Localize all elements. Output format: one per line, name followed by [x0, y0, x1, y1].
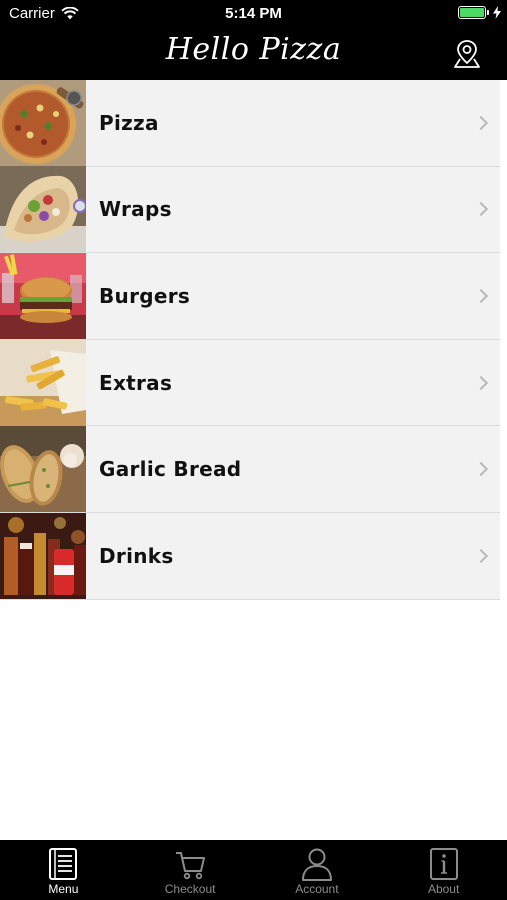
- tab-menu[interactable]: Menu: [0, 840, 127, 900]
- chevron-right-icon: [473, 202, 489, 217]
- tab-checkout[interactable]: Checkout: [127, 840, 254, 900]
- menu-item-pizza[interactable]: Pizza: [0, 79, 500, 167]
- person-icon: [301, 848, 332, 881]
- garlic-bread-thumbnail: [0, 426, 86, 513]
- chevron-right-icon: [473, 375, 489, 390]
- pizza-thumbnail: [0, 79, 86, 166]
- nav-bar: Hello Pizza: [0, 28, 507, 80]
- menu-item-wraps[interactable]: Wraps: [0, 166, 500, 254]
- tab-label: Menu: [48, 882, 79, 896]
- status-bar: Carrier 5:14 PM: [0, 0, 507, 28]
- battery-icon: [458, 6, 489, 19]
- tab-label: About: [427, 882, 460, 896]
- location-pin-icon: [454, 40, 480, 68]
- chevron-right-icon: [473, 548, 489, 563]
- tab-label: Account: [295, 882, 339, 896]
- menu-item-garlic-bread[interactable]: Garlic Bread: [0, 426, 500, 513]
- app-title: Hello Pizza: [165, 32, 342, 67]
- location-button[interactable]: [451, 38, 483, 70]
- status-time: 5:14 PM: [225, 5, 282, 22]
- menu-item-burgers[interactable]: Burgers: [0, 252, 500, 340]
- menu-item-label: Drinks: [99, 543, 174, 568]
- tab-account[interactable]: Account: [254, 840, 381, 900]
- tab-bar: Menu Checkout Account About: [0, 840, 507, 900]
- burgers-thumbnail: [0, 252, 86, 339]
- tab-label: Checkout: [164, 882, 216, 896]
- menu-item-label: Garlic Bread: [99, 457, 242, 482]
- wraps-thumbnail: [0, 166, 86, 253]
- tab-about[interactable]: About: [380, 840, 507, 900]
- extras-thumbnail: [0, 339, 86, 426]
- drinks-thumbnail: [0, 512, 86, 599]
- cart-icon: [176, 852, 206, 880]
- chevron-right-icon: [473, 462, 489, 477]
- chevron-right-icon: [473, 288, 489, 304]
- menu-item-label: Extras: [99, 370, 173, 395]
- chevron-right-icon: [473, 115, 489, 130]
- info-icon: [429, 848, 458, 880]
- charging-bolt-icon: [493, 6, 501, 19]
- battery-indicator: [458, 6, 501, 19]
- menu-item-label: Wraps: [99, 197, 172, 222]
- menu-list: Pizza Wraps Burgers Extras Garlic Bread …: [0, 79, 500, 600]
- menu-list-icon: [49, 848, 78, 880]
- menu-item-label: Pizza: [99, 110, 159, 135]
- menu-item-drinks[interactable]: Drinks: [0, 512, 500, 600]
- menu-item-label: Burgers: [99, 283, 191, 308]
- menu-item-extras[interactable]: Extras: [0, 339, 500, 427]
